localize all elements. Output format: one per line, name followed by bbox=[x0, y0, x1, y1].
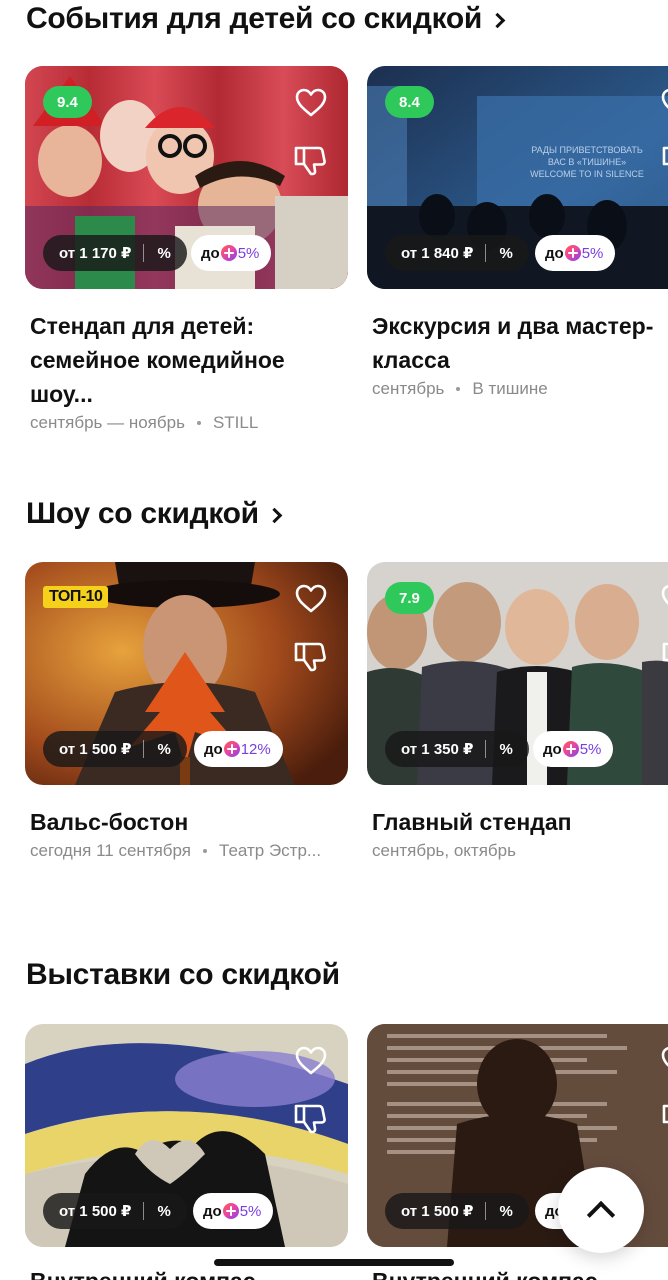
plus-value: 5% bbox=[581, 244, 604, 262]
event-meta: сентябрь В тишине bbox=[367, 379, 668, 399]
event-meta: сентябрь — ноябрь STILL bbox=[25, 413, 348, 433]
plus-prefix: до bbox=[203, 1202, 222, 1220]
heart-outline-icon[interactable] bbox=[294, 582, 328, 616]
plus-value: 5% bbox=[239, 1202, 262, 1220]
plus-value: 5% bbox=[579, 740, 602, 758]
section-title-text: Шоу со скидкой bbox=[26, 497, 259, 530]
price-pill: от 1 500 ₽ % bbox=[385, 1193, 529, 1229]
chevron-right-icon bbox=[266, 507, 283, 524]
section-title-text: Выставки со скидкой bbox=[26, 958, 340, 991]
rating-badge: 8.4 bbox=[385, 86, 434, 118]
meta-separator bbox=[203, 849, 208, 853]
plus-value: 5% bbox=[237, 244, 260, 262]
event-title[interactable]: Внутренний компас bbox=[30, 1268, 256, 1280]
event-title[interactable]: Вальс-бостон bbox=[25, 805, 345, 839]
event-card[interactable]: РАДЫ ПРИВЕТСТВОВАТЬ ВАС В «ТИШИНЕ» WELCO… bbox=[367, 66, 668, 399]
event-card[interactable]: 7.9 от 1 350 ₽ % до 5% Главный стендап с… bbox=[367, 562, 668, 861]
section-title-shows[interactable]: Шоу со скидкой bbox=[26, 497, 283, 531]
event-card[interactable]: ТОП-10 от 1 500 ₽ % до 12% Вальс-бостон … bbox=[25, 562, 348, 861]
plus-value: 12% bbox=[240, 740, 271, 758]
plus-cashback-pill: до 5% bbox=[533, 731, 614, 767]
thumbs-down-icon[interactable] bbox=[292, 1100, 328, 1136]
meta-separator bbox=[196, 421, 201, 425]
plus-cashback-pill: до 12% bbox=[194, 731, 283, 767]
discount-icon: % bbox=[499, 1202, 513, 1220]
event-title[interactable]: Главный стендап bbox=[367, 805, 668, 839]
chevron-up-icon bbox=[586, 1200, 616, 1230]
discount-icon: % bbox=[499, 740, 513, 758]
price-pill: от 1 500 ₽ % bbox=[43, 731, 187, 767]
section-title-kids-events[interactable]: События для детей со скидкой bbox=[26, 2, 506, 36]
event-date: сегодня 11 сентября bbox=[30, 841, 192, 860]
plus-cashback-pill: до 5% bbox=[535, 235, 616, 271]
discount-icon: % bbox=[499, 244, 513, 262]
price-pill: от 1 840 ₽ % bbox=[385, 235, 529, 271]
rating-badge: 9.4 bbox=[43, 86, 92, 118]
chevron-right-icon bbox=[489, 12, 506, 29]
yandex-plus-icon bbox=[220, 245, 237, 261]
event-image[interactable]: ТОП-10 от 1 500 ₽ % до 12% bbox=[25, 562, 348, 785]
yandex-plus-icon bbox=[562, 741, 579, 757]
thumbs-down-icon[interactable] bbox=[660, 142, 668, 178]
event-card[interactable]: от 1 500 ₽ % до 5% bbox=[25, 1024, 348, 1247]
event-title[interactable]: Экскурсия и два мастер-класса bbox=[367, 309, 667, 377]
section-title-exhibitions[interactable]: Выставки со скидкой bbox=[26, 958, 340, 992]
yandex-plus-icon bbox=[223, 741, 240, 757]
meta-separator bbox=[456, 387, 461, 391]
price-label: от 1 170 ₽ bbox=[59, 245, 132, 262]
plus-cashback-pill: до 5% bbox=[193, 1193, 274, 1229]
event-meta: сегодня 11 сентября Театр Эстр... bbox=[25, 841, 348, 861]
heart-outline-icon[interactable] bbox=[294, 1044, 328, 1078]
event-title[interactable]: Стендап для детей: семейное комедийное ш… bbox=[25, 309, 345, 411]
heart-outline-icon[interactable] bbox=[660, 86, 668, 120]
thumbs-down-icon[interactable] bbox=[292, 142, 328, 178]
price-label: от 1 350 ₽ bbox=[401, 741, 474, 758]
price-label: от 1 840 ₽ bbox=[401, 245, 474, 262]
discount-icon: % bbox=[157, 244, 171, 262]
price-pill: от 1 170 ₽ % bbox=[43, 235, 187, 271]
plus-prefix: до bbox=[543, 740, 562, 758]
yandex-plus-icon bbox=[564, 245, 581, 261]
plus-cashback-pill: до 5% bbox=[191, 235, 272, 271]
event-image[interactable]: 7.9 от 1 350 ₽ % до 5% bbox=[367, 562, 668, 785]
home-indicator[interactable] bbox=[214, 1259, 454, 1266]
heart-outline-icon[interactable] bbox=[660, 1044, 668, 1078]
price-label: от 1 500 ₽ bbox=[59, 1203, 132, 1220]
event-venue: В тишине bbox=[472, 379, 548, 398]
price-pill: от 1 350 ₽ % bbox=[385, 731, 529, 767]
rating-badge: 7.9 bbox=[385, 582, 434, 614]
event-date: сентябрь — ноябрь bbox=[30, 413, 185, 432]
event-date: сентябрь bbox=[372, 379, 445, 398]
top10-badge: ТОП-10 bbox=[43, 584, 109, 610]
price-pill: от 1 500 ₽ % bbox=[43, 1193, 187, 1229]
scroll-to-top-button[interactable] bbox=[558, 1167, 644, 1253]
discount-icon: % bbox=[157, 740, 171, 758]
section-title-text: События для детей со скидкой bbox=[26, 2, 483, 35]
heart-outline-icon[interactable] bbox=[660, 582, 668, 616]
plus-prefix: до bbox=[204, 740, 223, 758]
heart-outline-icon[interactable] bbox=[294, 86, 328, 120]
event-title[interactable]: Внутренний компас bbox=[372, 1268, 598, 1280]
price-label: от 1 500 ₽ bbox=[401, 1203, 474, 1220]
thumbs-down-icon[interactable] bbox=[660, 1100, 668, 1136]
discount-icon: % bbox=[157, 1202, 171, 1220]
event-meta: сентябрь, октябрь bbox=[367, 841, 668, 861]
plus-prefix: до bbox=[201, 244, 220, 262]
plus-prefix: до bbox=[545, 244, 564, 262]
event-venue: STILL bbox=[212, 413, 259, 432]
event-date: сентябрь, октябрь bbox=[372, 841, 516, 860]
price-label: от 1 500 ₽ bbox=[59, 741, 132, 758]
event-image[interactable]: РАДЫ ПРИВЕТСТВОВАТЬ ВАС В «ТИШИНЕ» WELCO… bbox=[367, 66, 668, 289]
event-venue: Театр Эстр... bbox=[219, 841, 322, 860]
thumbs-down-icon[interactable] bbox=[292, 638, 328, 674]
top10-label: ТОП-10 bbox=[43, 586, 109, 608]
event-image[interactable]: 9.4 от 1 170 ₽ % до 5% bbox=[25, 66, 348, 289]
yandex-plus-icon bbox=[222, 1203, 239, 1219]
thumbs-down-icon[interactable] bbox=[660, 638, 668, 674]
event-card[interactable]: 9.4 от 1 170 ₽ % до 5% Стендап для детей… bbox=[25, 66, 348, 433]
image-caption: РАДЫ ПРИВЕТСТВОВАТЬ ВАС В «ТИШИНЕ» WELCO… bbox=[530, 145, 644, 179]
event-image[interactable]: от 1 500 ₽ % до 5% bbox=[25, 1024, 348, 1247]
